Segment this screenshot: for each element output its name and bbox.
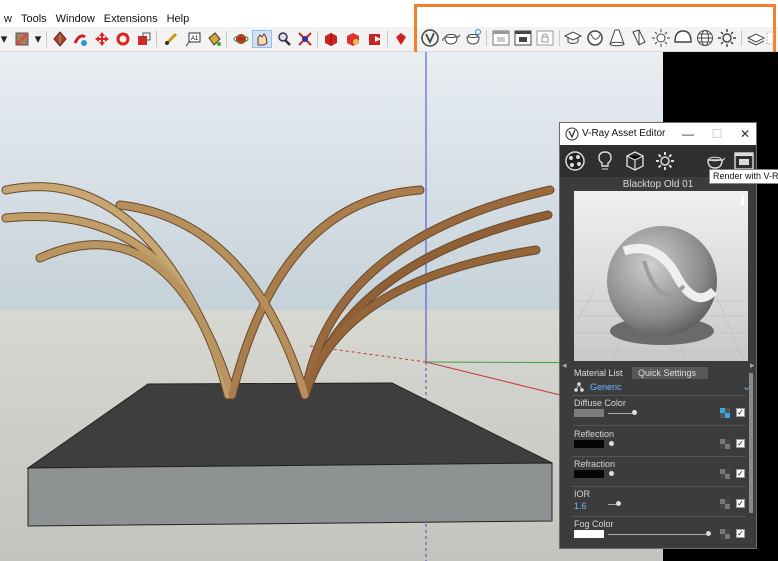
render-tooltip: Render with V-Ray [709,169,778,184]
param-refraction: Refraction ✓ [560,459,748,487]
interactive-render-icon[interactable] [463,28,483,48]
diffuse-color-swatch[interactable] [574,409,604,417]
minimize-button[interactable]: — [680,126,696,142]
menu-item-window[interactable]: Window [52,13,100,25]
param-label: Refraction [574,459,616,469]
materials-icon[interactable] [563,149,587,173]
texture-map-icon[interactable] [720,408,730,418]
fog-slider-track[interactable] [608,534,708,535]
param-label: IOR [574,489,591,499]
fog-slider-knob[interactable] [706,531,711,536]
tab-material-list[interactable]: Material List [568,367,629,379]
param-label: Reflection [574,429,615,439]
texture-map-icon[interactable] [720,529,730,539]
render-teapot-icon[interactable] [441,28,461,48]
chevron-down-icon[interactable]: ▾ [28,30,48,48]
vray-toolbar [417,27,774,49]
collapse-left-icon[interactable]: ◂ [562,360,567,371]
mesh-icon[interactable] [765,28,778,48]
asset-editor-titlebar[interactable]: V-Ray Asset Editor — ☐ ✕ [560,123,756,145]
dome-light-icon[interactable] [673,28,693,48]
settings-gear-icon[interactable] [653,149,677,173]
texture-map-icon[interactable] [720,439,730,449]
omni-light-icon[interactable] [651,28,671,48]
menu-bar: w Tools Window Extensions Help [0,12,420,26]
globe-icon[interactable] [695,28,715,48]
render-region-icon[interactable] [513,28,533,48]
settings-scrollbar[interactable] [749,373,753,513]
param-fog-color: Fog Color ✓ [560,519,748,547]
scale-icon[interactable] [134,30,154,48]
material-type-value: Generic [590,382,622,392]
close-button[interactable]: ✕ [737,126,753,142]
param-ior: IOR 1.6 ✓ [560,489,748,517]
fog-color-swatch[interactable] [574,530,604,538]
vray-logo-icon[interactable] [420,28,440,48]
texture-map-icon[interactable] [720,499,730,509]
menu-item-window-partial[interactable]: w [0,13,17,25]
lock-icon[interactable] [535,28,555,48]
material-type-dropdown[interactable]: Generic ⌄ [560,381,751,395]
frame-buffer-icon[interactable] [491,28,511,48]
ior-enable-checkbox[interactable]: ✓ [736,499,745,508]
tab-quick-settings[interactable]: Quick Settings [632,367,708,379]
reflection-slider-knob[interactable] [609,441,614,446]
diffuse-slider-knob[interactable] [632,410,637,415]
vray-asset-editor-window: V-Ray Asset Editor — ☐ ✕ Blacktop Old 01… [559,122,757,549]
proxy-icon[interactable] [746,28,766,48]
push-pull-icon[interactable] [50,30,70,48]
material-preview [574,191,748,361]
param-label: Diffuse Color [574,398,626,408]
zoom-extents-icon[interactable] [295,30,315,48]
ior-value[interactable]: 1.6 [574,501,587,511]
menu-item-tools[interactable]: Tools [17,13,52,25]
extension-warehouse-icon[interactable] [365,30,385,48]
vray-logo-icon [565,127,579,141]
menu-item-extensions[interactable]: Extensions [100,13,163,25]
3d-warehouse-icon[interactable] [321,30,341,48]
refraction-slider-knob[interactable] [609,471,614,476]
fog-enable-checkbox[interactable]: ✓ [736,529,745,538]
diffuse-slider-track[interactable] [608,413,634,414]
move-icon[interactable] [92,30,112,48]
param-reflection: Reflection ✓ [560,429,748,457]
texture-map-icon[interactable] [720,469,730,479]
spot-light-icon[interactable] [607,28,627,48]
menu-item-help[interactable]: Help [163,13,195,25]
refraction-enable-checkbox[interactable]: ✓ [736,469,745,478]
share-model-icon[interactable] [343,30,363,48]
asset-editor-title: V-Ray Asset Editor [582,128,666,139]
paint-bucket-icon[interactable] [204,30,224,48]
maximize-button[interactable]: ☐ [709,126,725,142]
sun-light-icon[interactable] [717,28,737,48]
reflection-enable-checkbox[interactable]: ✓ [736,439,745,448]
cap-icon[interactable] [563,28,583,48]
follow-me-icon[interactable] [70,30,90,48]
geometry-icon[interactable] [623,149,647,173]
reflection-color-swatch[interactable] [574,440,604,448]
text-tool-icon[interactable]: A1 [183,30,203,48]
ior-slider-knob[interactable] [616,501,621,506]
orbit-icon[interactable] [231,30,251,48]
rotate-icon[interactable] [113,30,133,48]
svg-text:A1: A1 [191,36,199,42]
nodes-icon [574,382,584,392]
ies-light-icon[interactable] [629,28,649,48]
lights-icon[interactable] [593,149,617,173]
extension-manager-icon[interactable] [391,30,411,48]
diffuse-enable-checkbox[interactable]: ✓ [736,408,745,417]
zoom-icon[interactable] [274,30,294,48]
asset-editor-lower-tabs: Material List Quick Settings [560,367,756,379]
param-label: Fog Color [574,519,614,529]
param-diffuse-color: Diffuse Color ✓ [560,398,748,426]
pan-icon[interactable] [252,30,272,48]
sphere-light-icon[interactable] [585,28,605,48]
collapse-right-icon[interactable]: ▸ [750,360,755,371]
tape-measure-icon[interactable] [161,30,181,48]
refraction-color-swatch[interactable] [574,470,604,478]
